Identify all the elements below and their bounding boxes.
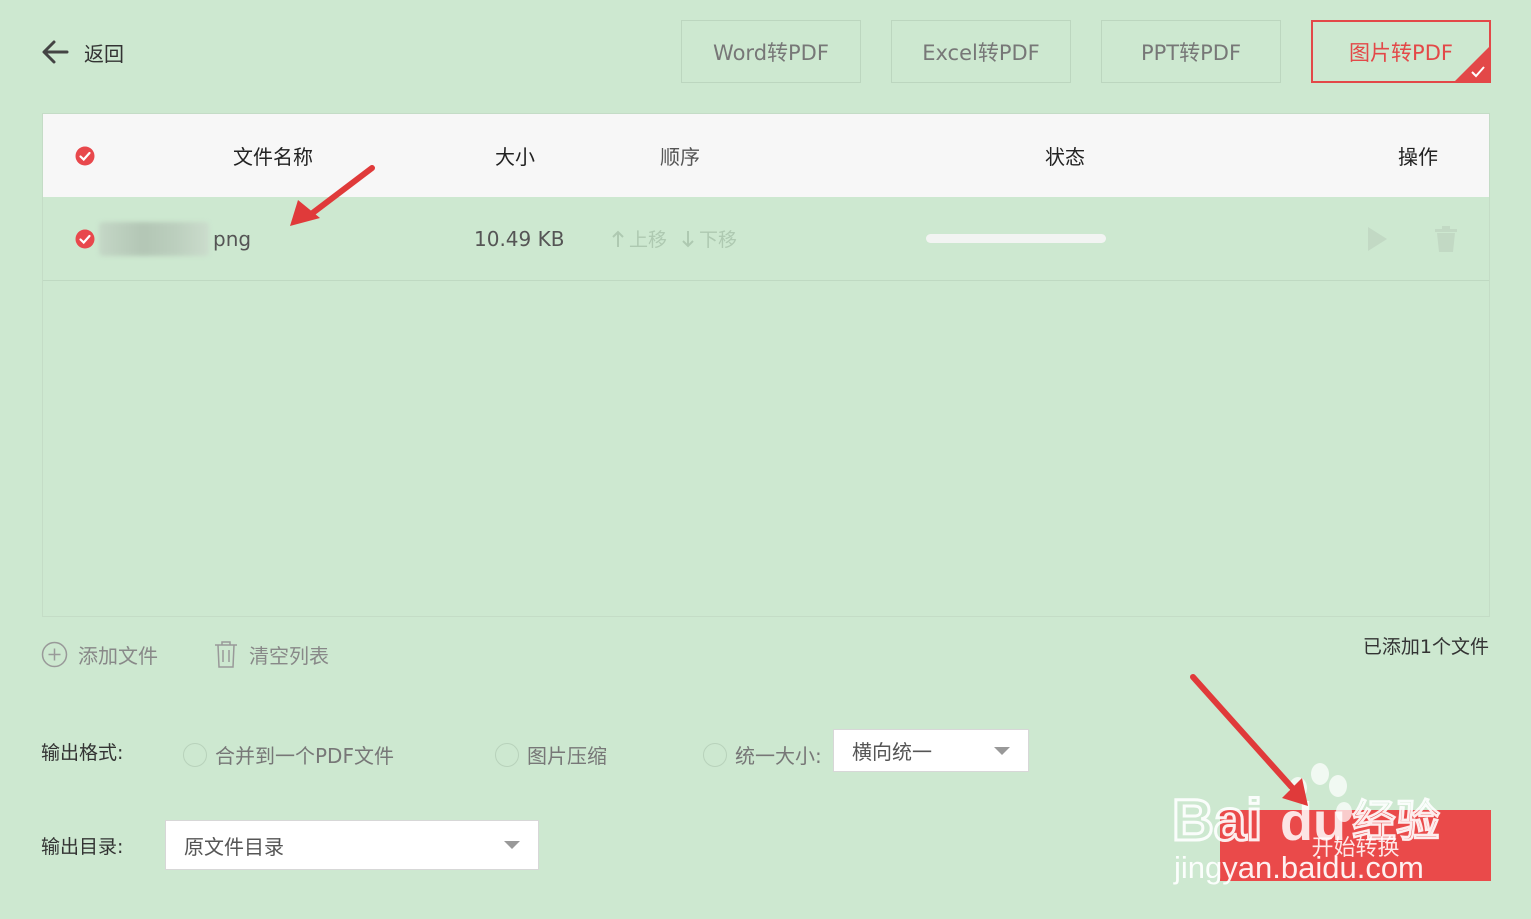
trash-icon <box>215 641 237 668</box>
table-header: 文件名称 大小 顺序 状态 操作 <box>43 114 1489 197</box>
radio[interactable] <box>703 742 727 767</box>
select-all-checkbox[interactable] <box>75 114 95 197</box>
unify-size-value: 横向统一 <box>852 740 932 764</box>
check-circle-icon <box>75 229 95 248</box>
file-extension: png <box>213 226 252 251</box>
arrow-down-icon <box>682 230 694 247</box>
merge-pdf-option[interactable]: 合并到一个PDF文件 <box>183 740 394 769</box>
chevron-down-icon <box>994 746 1010 755</box>
file-count: 已添加1个文件 <box>1362 636 1489 658</box>
compress-option[interactable]: 图片压缩 <box>495 740 607 769</box>
merge-pdf-label: 合并到一个PDF文件 <box>215 744 394 768</box>
row-checkbox[interactable] <box>75 197 95 280</box>
radio[interactable] <box>183 742 207 767</box>
back-label: 返回 <box>84 41 124 66</box>
output-dir-label: 输出目录: <box>41 836 124 858</box>
move-up-label: 上移 <box>629 229 668 251</box>
move-down-button[interactable]: 下移 <box>681 225 737 252</box>
tab-word-to-pdf[interactable]: Word转PDF <box>681 20 861 83</box>
check-icon <box>1471 66 1485 78</box>
order-controls: 上移 下移 <box>611 197 737 280</box>
col-size: 大小 <box>495 145 535 169</box>
output-format-label: 输出格式: <box>41 742 124 764</box>
move-up-button[interactable]: 上移 <box>611 225 667 252</box>
check-circle-icon <box>75 146 95 165</box>
col-order: 顺序 <box>660 145 700 169</box>
tab-label: Word转PDF <box>713 40 829 65</box>
move-down-label: 下移 <box>699 229 738 251</box>
arrow-left-icon <box>42 40 69 64</box>
clear-list-label: 清空列表 <box>249 643 329 668</box>
col-status: 状态 <box>1045 145 1085 169</box>
file-size: 10.49 KB <box>474 226 565 251</box>
add-file-label: 添加文件 <box>78 643 158 668</box>
status-cell <box>926 197 1106 280</box>
arrow-up-icon <box>612 230 624 247</box>
blurred-filename <box>99 221 209 256</box>
back-button[interactable]: 返回 <box>40 36 124 68</box>
tab-label: 图片转PDF <box>1349 40 1453 65</box>
compress-label: 图片压缩 <box>527 744 607 768</box>
play-icon <box>1368 226 1387 251</box>
plus-circle-icon <box>41 641 68 667</box>
radio[interactable] <box>495 742 519 767</box>
file-name: png <box>99 197 251 280</box>
tab-label: PPT转PDF <box>1140 40 1242 65</box>
tab-image-to-pdf[interactable]: 图片转PDF <box>1311 20 1491 83</box>
unify-size-option[interactable]: 统一大小: <box>703 740 822 769</box>
start-convert-label: 开始转换 <box>1311 835 1400 861</box>
output-dir-select[interactable]: 原文件目录 <box>165 820 539 870</box>
file-table: 文件名称 大小 顺序 状态 操作 png 10.49 KB 上移 下移 <box>42 113 1490 617</box>
output-dir-value: 原文件目录 <box>184 834 284 859</box>
play-button[interactable] <box>1366 197 1388 280</box>
table-row: png 10.49 KB 上移 下移 <box>43 197 1489 281</box>
add-file-button[interactable]: 添加文件 <box>41 636 158 672</box>
unify-size-select[interactable]: 横向统一 <box>833 729 1029 772</box>
progress-bar <box>926 234 1106 243</box>
trash-icon <box>1435 225 1457 252</box>
delete-button[interactable] <box>1434 197 1458 280</box>
tab-label: Excel转PDF <box>922 40 1040 65</box>
col-filename: 文件名称 <box>233 145 313 169</box>
tab-ppt-to-pdf[interactable]: PPT转PDF <box>1101 20 1281 83</box>
start-convert-button[interactable]: 开始转换 <box>1220 810 1491 881</box>
clear-list-button[interactable]: 清空列表 <box>213 636 329 672</box>
tab-excel-to-pdf[interactable]: Excel转PDF <box>891 20 1071 83</box>
unify-size-label: 统一大小: <box>735 744 822 768</box>
col-actions: 操作 <box>1398 145 1438 169</box>
chevron-down-icon <box>504 841 520 849</box>
annotation-arrow <box>1190 674 1308 806</box>
